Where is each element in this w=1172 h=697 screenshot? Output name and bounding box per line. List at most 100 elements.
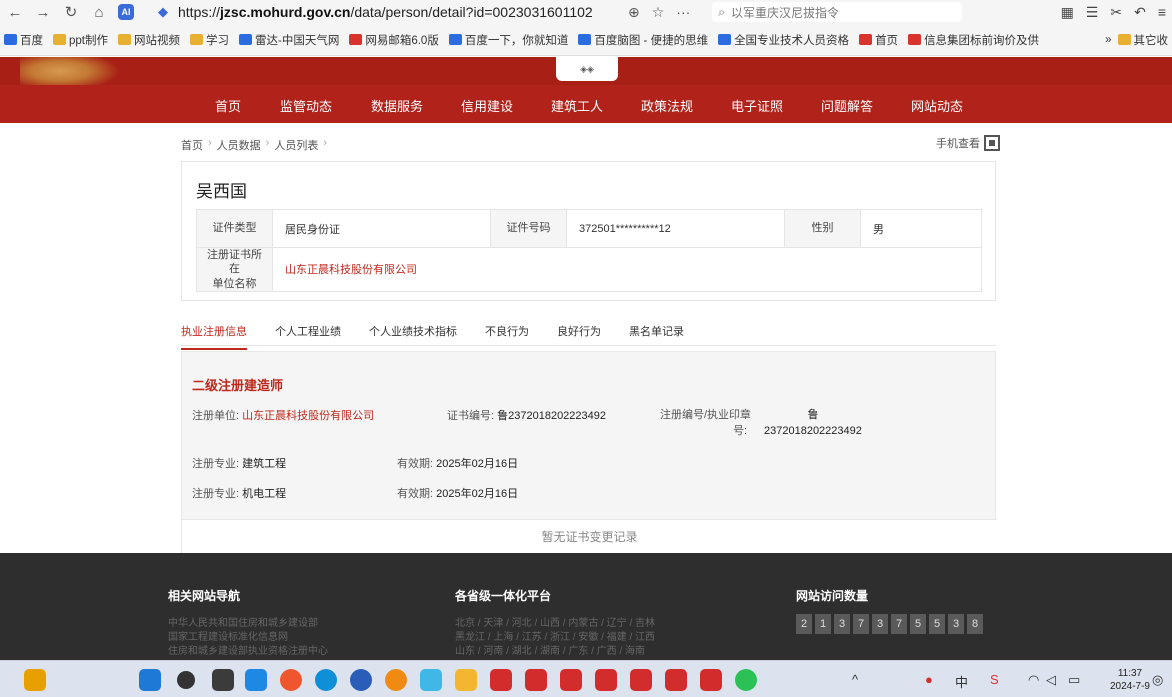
bookmark-item[interactable]: 百度一下，你就知道 xyxy=(448,32,568,48)
tray-expand-icon[interactable]: ^ xyxy=(852,672,858,687)
seal-number: 鲁 2372018202223492 xyxy=(764,409,862,437)
site-logo[interactable]: ◈◈ xyxy=(556,57,618,81)
wps-icon[interactable] xyxy=(595,669,617,691)
more-icon[interactable]: ··· xyxy=(676,4,690,21)
bookmark-item[interactable]: 其它收 xyxy=(1117,32,1168,48)
ai-icon[interactable]: AI xyxy=(118,4,134,20)
nav-faq[interactable]: 问题解答 xyxy=(821,96,873,115)
app-icon[interactable] xyxy=(245,669,267,691)
wps-icon[interactable] xyxy=(700,669,722,691)
breadcrumb-person-list[interactable]: 人员列表 xyxy=(274,137,318,153)
footer-link[interactable]: 山东 / 河南 / 湖北 / 湖南 / 广东 / 广西 / 海南 xyxy=(455,645,655,659)
bookmark-item[interactable]: 学习 xyxy=(190,32,229,48)
bookmark-item[interactable]: 网易邮箱6.0版 xyxy=(349,32,439,48)
bookmark-item[interactable]: 信息集团标前询价及供 xyxy=(908,32,1039,48)
breadcrumb-person-data[interactable]: 人员数据 xyxy=(217,137,261,153)
chrome-icon[interactable] xyxy=(385,669,407,691)
address-bar[interactable]: https://jzsc.mohurd.gov.cn/data/person/d… xyxy=(178,4,618,20)
bookmark-item[interactable]: 首页 xyxy=(859,32,898,48)
counter-digit: 5 xyxy=(910,614,926,634)
footer-link[interactable]: 黑龙江 / 上海 / 江苏 / 浙江 / 安徽 / 福建 / 江西 xyxy=(455,631,655,645)
signal-icon[interactable] xyxy=(24,669,46,691)
folder-icon xyxy=(1117,34,1131,45)
unit-link[interactable]: 山东正晨科技股份有限公司 xyxy=(285,264,417,276)
nav-e-license[interactable]: 电子证照 xyxy=(731,96,783,115)
nav-workers[interactable]: 建筑工人 xyxy=(551,96,603,115)
nav-data-service[interactable]: 数据服务 xyxy=(371,96,423,115)
bookmark-item[interactable]: 百度 xyxy=(4,32,43,48)
bookmark-item[interactable]: 网站视频 xyxy=(118,32,180,48)
zoom-icon[interactable]: ⊕ xyxy=(628,4,640,21)
footer-link[interactable]: 中华人民共和国住房和城乡建设部 xyxy=(168,617,328,631)
mindmap-icon xyxy=(578,34,592,45)
app-icon[interactable] xyxy=(420,669,442,691)
back-icon[interactable]: ← xyxy=(6,4,24,21)
nav-supervision[interactable]: 监管动态 xyxy=(280,96,332,115)
tray-app-icon[interactable]: ● xyxy=(925,672,933,687)
nav-policy[interactable]: 政策法规 xyxy=(641,96,693,115)
start-icon[interactable] xyxy=(139,669,161,691)
volume-icon[interactable]: ◁ xyxy=(1046,672,1056,688)
wps-icon[interactable] xyxy=(665,669,687,691)
apps-icon[interactable]: ▦ xyxy=(1061,4,1074,21)
wps-icon[interactable] xyxy=(525,669,547,691)
more-bookmarks-icon[interactable]: » xyxy=(1105,34,1111,46)
counter-digit: 3 xyxy=(834,614,850,634)
bookmark-item[interactable]: ppt制作 xyxy=(53,32,108,48)
breadcrumb-home[interactable]: 首页 xyxy=(181,137,203,153)
folder-icon xyxy=(53,34,66,45)
home-icon[interactable]: ⌂ xyxy=(90,4,108,21)
wps-icon[interactable] xyxy=(490,669,512,691)
footer-platform-title: 各省级一体化平台 xyxy=(455,589,552,603)
bookmark-item[interactable]: 全国专业技术人员资格 xyxy=(718,32,849,48)
gender-value: 男 xyxy=(860,209,982,248)
forward-icon[interactable]: → xyxy=(34,4,52,21)
bookmark-item[interactable]: 百度脑图 - 便捷的思维 xyxy=(578,32,708,48)
notification-icon[interactable]: ◎ xyxy=(1152,672,1163,688)
cut-icon[interactable]: ✂ xyxy=(1110,4,1122,21)
person-card: 吴西国 证件类型 居民身份证 证件号码 372501**********12 性… xyxy=(181,161,996,301)
weather-icon xyxy=(239,34,252,45)
favorites-icon[interactable]: ☰ xyxy=(1086,4,1099,21)
nav-home[interactable]: 首页 xyxy=(215,96,241,115)
file-explorer-icon[interactable] xyxy=(455,669,477,691)
footer-nav-title: 相关网站导航 xyxy=(168,589,241,603)
paw-icon xyxy=(448,34,462,45)
footer-link[interactable]: 住房和城乡建设部执业资格注册中心 xyxy=(168,645,328,659)
mobile-view-link[interactable]: 手机查看 xyxy=(936,135,1000,151)
site-banner: ◈◈ xyxy=(0,57,1172,85)
app-icon[interactable] xyxy=(350,669,372,691)
battery-icon[interactable]: ▭ xyxy=(1068,672,1080,688)
specialty-row: 注册专业: 机电工程 xyxy=(192,488,287,500)
footer-link[interactable]: 北京 / 天津 / 河北 / 山西 / 内蒙古 / 辽宁 / 吉林 xyxy=(455,617,655,631)
cert-unit-link[interactable]: 山东正晨科技股份有限公司 xyxy=(242,410,374,422)
undo-icon[interactable]: ↶ xyxy=(1134,4,1146,21)
clock[interactable]: 11:37 2024-7-9 xyxy=(1110,667,1150,693)
menu-icon[interactable]: ≡ xyxy=(1158,4,1166,21)
star-icon[interactable]: ☆ xyxy=(652,4,665,21)
visit-counter: 2 1 3 7 3 7 5 5 3 8 xyxy=(796,614,983,634)
ime-indicator[interactable]: 中 xyxy=(955,672,968,691)
counter-digit: 7 xyxy=(853,614,869,634)
search-icon: ⌕ xyxy=(718,4,726,19)
footer-link[interactable]: 国家工程建设标准化信息网 xyxy=(168,631,328,645)
qr-code-icon xyxy=(984,135,1000,151)
bookmark-item[interactable]: 雷达-中国天气网 xyxy=(239,32,339,48)
search-taskbar-icon[interactable] xyxy=(177,671,195,689)
task-view-icon[interactable] xyxy=(212,669,234,691)
search-input[interactable]: ⌕ 以军重庆汉尼拔指令 xyxy=(712,2,963,22)
wifi-icon[interactable]: ◠ xyxy=(1028,672,1039,688)
seal-label: 注册编号/执业印章 号: xyxy=(660,409,752,437)
wps-icon[interactable] xyxy=(560,669,582,691)
tray-app-icon[interactable]: S xyxy=(990,672,999,687)
nav-site-news[interactable]: 网站动态 xyxy=(911,96,963,115)
reload-icon[interactable]: ↻ xyxy=(62,3,80,21)
wps-icon[interactable] xyxy=(630,669,652,691)
cert-unit: 注册单位: 山东正晨科技股份有限公司 xyxy=(192,410,375,422)
edge-icon[interactable] xyxy=(315,669,337,691)
breadcrumb: 首页 › 人员数据 › 人员列表 › xyxy=(181,137,328,153)
wechat-icon[interactable] xyxy=(735,669,757,691)
folder-icon xyxy=(118,34,131,45)
nav-credit[interactable]: 信用建设 xyxy=(461,96,513,115)
browser-360-icon[interactable] xyxy=(280,669,302,691)
